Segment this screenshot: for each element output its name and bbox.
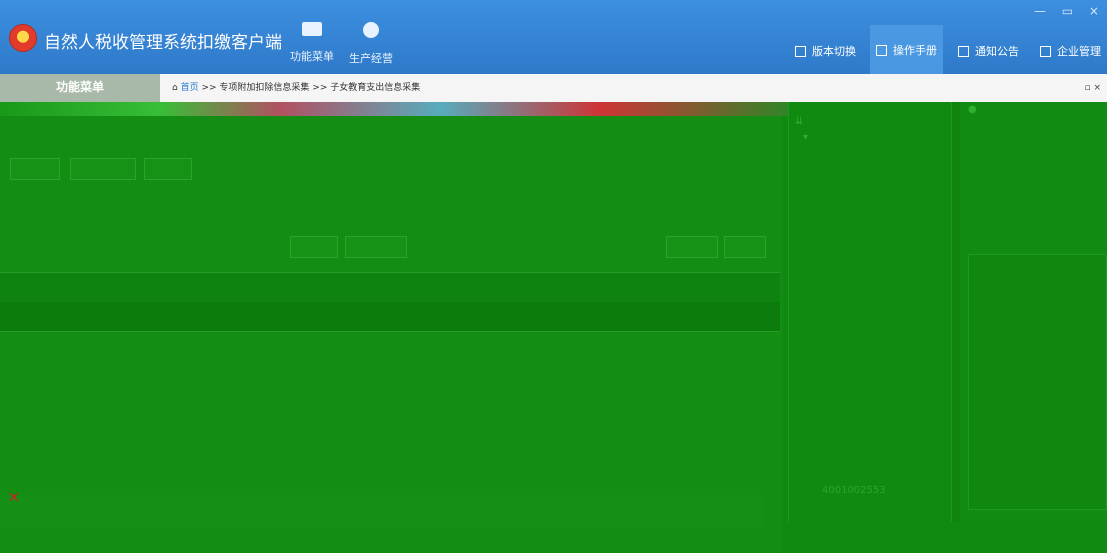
title-bar: 自然人税收管理系统扣缴客户端 功能菜单 生产经营 版本切换 操作手册 通知公告 … — [0, 0, 1107, 75]
search-button[interactable] — [666, 236, 718, 258]
home-icon[interactable]: ⌂ — [172, 83, 178, 93]
building-icon — [1040, 45, 1051, 57]
footer-bar — [0, 495, 765, 527]
enterprise-link[interactable]: 企业管理 — [1040, 42, 1101, 60]
reset-button[interactable] — [724, 236, 766, 258]
nav-arrow-icon: ⇊ — [795, 116, 804, 127]
app-title: 自然人税收管理系统扣缴客户端 — [44, 33, 282, 53]
close-icon: ✕ — [8, 490, 20, 506]
nav-production-label: 生产经营 — [349, 52, 393, 65]
select-all-button[interactable] — [290, 236, 338, 258]
select-button[interactable] — [70, 158, 136, 180]
notice-label: 通知公告 — [975, 45, 1019, 58]
coins-icon — [363, 22, 379, 38]
nav-production[interactable]: 生产经营 — [349, 22, 393, 66]
left-menu-header[interactable]: 功能菜单 — [0, 74, 160, 102]
glitch-band — [0, 102, 800, 116]
app-window: 自然人税收管理系统扣缴客户端 功能菜单 生产经营 版本切换 操作手册 通知公告 … — [0, 0, 1107, 553]
tab-controls[interactable]: ▫ × — [1084, 74, 1101, 102]
doc-icon — [795, 45, 806, 57]
submit-button[interactable] — [144, 158, 192, 180]
status-number: 4001002553 — [822, 485, 886, 496]
breadcrumb: ⌂ 首页 >> 专项附加扣除信息采集 >> 子女教育支出信息采集 ▫ × — [160, 74, 1107, 102]
table-row[interactable] — [0, 302, 780, 332]
breadcrumb-home[interactable]: 首页 — [181, 83, 199, 93]
nav-item-collapse-icon: ▾ — [803, 132, 809, 143]
scrollbar[interactable] — [952, 102, 960, 522]
window-controls[interactable]: — ▭ × — [1034, 4, 1105, 18]
mail-icon — [958, 45, 969, 57]
help-icon: ● — [968, 104, 977, 115]
side-nav-panel: ⇊ ▾ — [788, 102, 952, 522]
right-list-box — [968, 254, 1107, 510]
breadcrumb-path: >> 专项附加扣除信息采集 >> 子女教育支出信息采集 — [201, 83, 421, 93]
table-header — [0, 272, 780, 302]
manual-label: 操作手册 — [893, 44, 937, 57]
tax-emblem-icon — [9, 24, 37, 52]
nav-function-menu-label: 功能菜单 — [290, 50, 334, 63]
enterprise-label: 企业管理 — [1057, 45, 1101, 58]
version-switch-label: 版本切换 — [812, 45, 856, 58]
filter-button[interactable] — [10, 158, 60, 180]
manual-link[interactable]: 操作手册 — [870, 25, 943, 75]
nav-function-menu[interactable]: 功能菜单 — [290, 22, 334, 64]
version-switch-link[interactable]: 版本切换 — [795, 42, 856, 60]
main-panel — [0, 116, 782, 553]
wallet-icon — [302, 22, 322, 36]
deselect-button[interactable] — [345, 236, 407, 258]
notice-link[interactable]: 通知公告 — [958, 42, 1019, 60]
doc-icon — [876, 44, 887, 56]
